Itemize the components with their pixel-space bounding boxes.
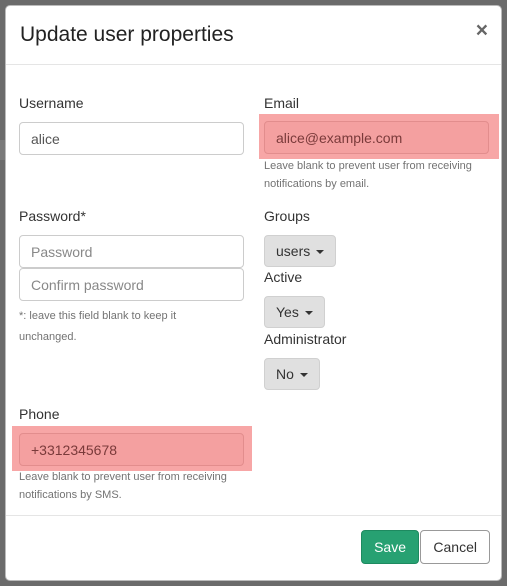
dialog-title: Update user properties <box>20 23 234 46</box>
administrator-label: Administrator <box>264 331 347 347</box>
dialog-header: Update user properties × <box>6 6 501 65</box>
close-icon[interactable]: × <box>476 20 488 41</box>
groups-dropdown-value: users <box>276 243 311 259</box>
password-input[interactable] <box>19 235 244 268</box>
confirm-password-input[interactable] <box>19 268 244 301</box>
active-dropdown[interactable]: Yes <box>264 296 325 328</box>
email-input[interactable] <box>264 121 489 154</box>
active-label: Active <box>264 269 303 285</box>
phone-input[interactable] <box>19 433 244 466</box>
active-dropdown-value: Yes <box>276 304 299 320</box>
caret-down-icon <box>299 373 308 377</box>
email-help-text: Leave blank to prevent user from receivi… <box>264 160 472 190</box>
groups-dropdown[interactable]: users <box>264 235 337 267</box>
groups-label: Groups <box>264 208 310 224</box>
user-properties-dialog: Update user properties × Username Email … <box>5 5 502 581</box>
password-help-text: *: leave this field blank to keep it unc… <box>19 310 177 343</box>
email-label: Email <box>264 95 300 111</box>
username-label: Username <box>19 95 84 111</box>
caret-down-icon <box>316 250 325 254</box>
save-button[interactable]: Save <box>361 530 419 564</box>
caret-down-icon <box>304 311 313 315</box>
phone-help-text: Leave blank to prevent user from receivi… <box>19 471 227 501</box>
password-label: Password* <box>19 208 86 224</box>
dialog-footer: Save Cancel <box>6 515 501 580</box>
administrator-dropdown-value: No <box>276 366 294 382</box>
administrator-dropdown[interactable]: No <box>264 358 320 390</box>
username-input[interactable] <box>19 122 244 155</box>
phone-label: Phone <box>19 406 60 422</box>
cancel-button[interactable]: Cancel <box>420 530 490 564</box>
